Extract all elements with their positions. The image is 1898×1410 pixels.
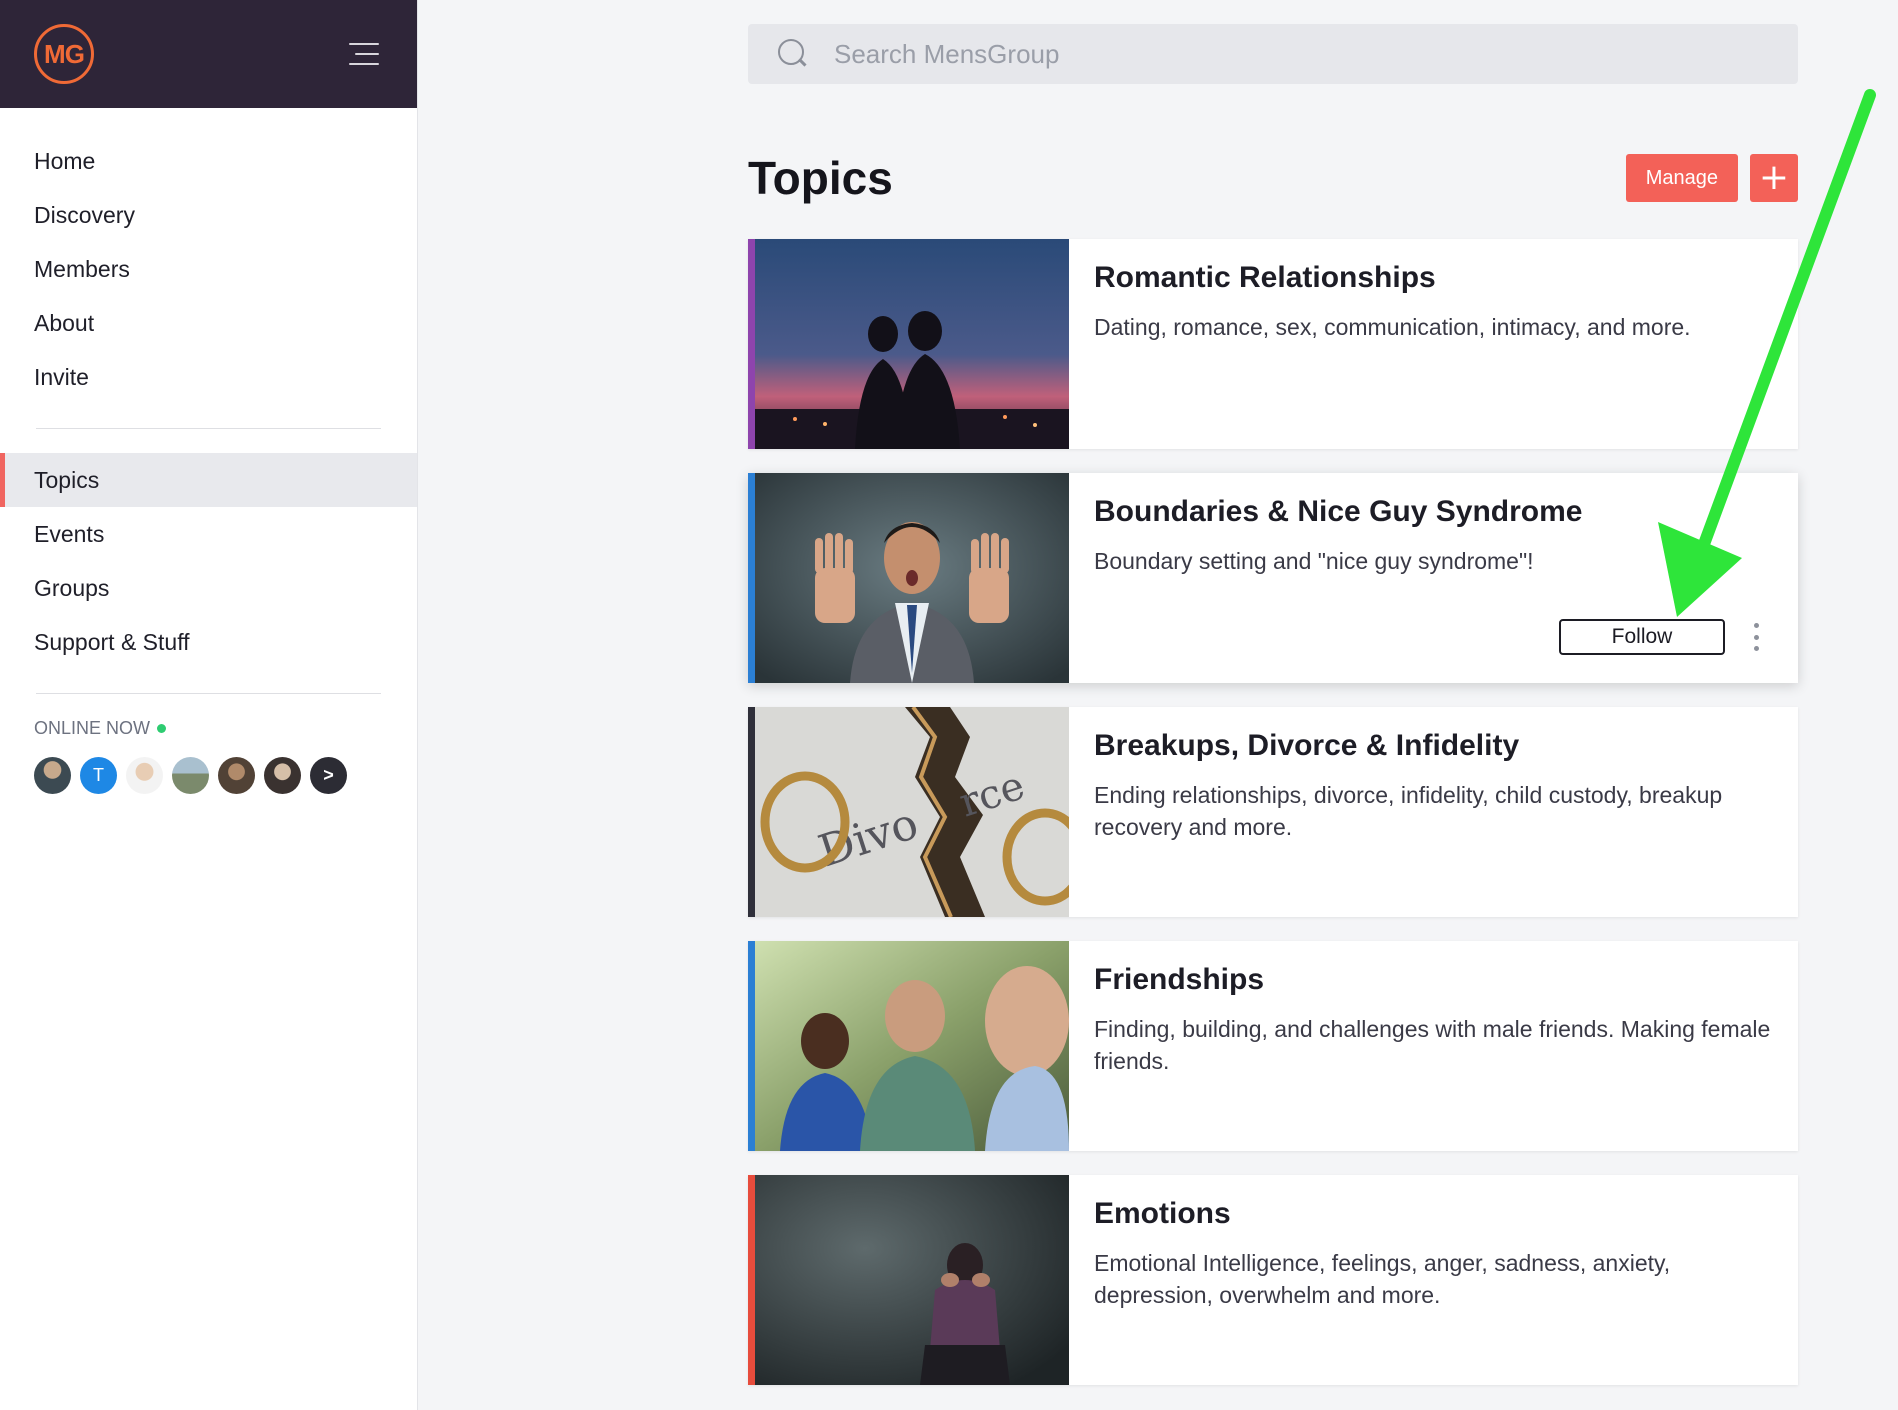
sidebar: MG Home Discovery Members About Invite T… [0, 0, 418, 1410]
topic-image [755, 941, 1069, 1151]
topic-list: Romantic Relationships Dating, romance, … [748, 239, 1798, 1385]
topic-image: Divo rce [755, 707, 1069, 917]
sidebar-header: MG [0, 0, 417, 108]
primary-nav: Home Discovery Members About Invite [0, 108, 417, 404]
sidebar-divider [36, 693, 381, 694]
topic-description: Emotional Intelligence, feelings, anger,… [1094, 1250, 1671, 1308]
topic-image [755, 239, 1069, 449]
manage-button[interactable]: Manage [1625, 154, 1738, 202]
card-body: Friendships Finding, building, and chall… [1069, 941, 1798, 1151]
card-accent [748, 941, 755, 1151]
card-accent [748, 239, 755, 449]
topic-title: Friendships [1094, 963, 1265, 996]
more-options-icon[interactable] [1752, 623, 1760, 651]
topic-description: Boundary setting and "nice guy syndrome"… [1094, 548, 1534, 574]
add-topic-button[interactable]: + [1750, 154, 1798, 202]
topic-description: Ending relationships, divorce, infidelit… [1094, 782, 1723, 840]
sidebar-divider [36, 428, 381, 429]
topic-title: Breakups, Divorce & Infidelity [1094, 729, 1520, 762]
card-body: Romantic Relationships Dating, romance, … [1069, 239, 1798, 449]
card-accent [748, 707, 755, 917]
logo[interactable]: MG [34, 24, 94, 84]
search-input[interactable] [834, 38, 1734, 70]
topic-card-emotions[interactable]: Emotions Emotional Intelligence, feeling… [748, 1175, 1798, 1385]
topic-card-friendships[interactable]: Friendships Finding, building, and chall… [748, 941, 1798, 1151]
topic-description: Finding, building, and challenges with m… [1094, 1016, 1771, 1074]
sidebar-item-topics[interactable]: Topics [0, 453, 417, 507]
card-body: Emotions Emotional Intelligence, feeling… [1069, 1175, 1798, 1385]
topics-header: Topics Manage + [748, 152, 1798, 204]
card-accent [748, 473, 755, 683]
avatar[interactable] [126, 757, 163, 794]
avatar[interactable]: T [80, 757, 117, 794]
page-title: Topics [748, 152, 893, 204]
topic-title: Romantic Relationships [1094, 261, 1436, 294]
online-status-dot [157, 724, 167, 733]
avatar[interactable]: > [310, 757, 347, 794]
hamburger-menu-icon[interactable] [349, 43, 379, 65]
sidebar-item-events[interactable]: Events [0, 507, 417, 561]
avatar[interactable] [172, 757, 209, 794]
search-bar[interactable] [748, 24, 1798, 84]
card-accent [748, 1175, 755, 1385]
sidebar-item-invite[interactable]: Invite [0, 350, 417, 404]
sidebar-item-about[interactable]: About [0, 296, 417, 350]
search-icon [778, 39, 808, 69]
topic-card-boundaries[interactable]: Boundaries & Nice Guy Syndrome Boundary … [748, 473, 1798, 683]
topic-card-romantic-relationships[interactable]: Romantic Relationships Dating, romance, … [748, 239, 1798, 449]
online-avatars: T > [0, 757, 417, 794]
sidebar-item-members[interactable]: Members [0, 242, 417, 296]
sidebar-item-support[interactable]: Support & Stuff [0, 615, 417, 669]
header-actions: Manage + [1625, 154, 1798, 202]
topic-image [755, 473, 1069, 683]
sidebar-item-discovery[interactable]: Discovery [0, 188, 417, 242]
avatar[interactable] [34, 757, 71, 794]
topic-title: Emotions [1094, 1197, 1231, 1230]
online-now-label: ONLINE NOW [0, 718, 417, 739]
topic-image [755, 1175, 1069, 1385]
avatar[interactable] [218, 757, 255, 794]
topic-description: Dating, romance, sex, communication, int… [1094, 314, 1691, 340]
main-content: Topics Manage + [748, 0, 1798, 1409]
topic-card-breakups[interactable]: Divo rce Breakups, Divorce & Infidelity … [748, 707, 1798, 917]
topic-title: Boundaries & Nice Guy Syndrome [1094, 495, 1583, 528]
sidebar-item-home[interactable]: Home [0, 134, 417, 188]
follow-button[interactable]: Follow [1559, 619, 1725, 655]
secondary-nav: Topics Events Groups Support & Stuff [0, 453, 417, 669]
avatar[interactable] [264, 757, 301, 794]
sidebar-item-groups[interactable]: Groups [0, 561, 417, 615]
card-body: Breakups, Divorce & Infidelity Ending re… [1069, 707, 1798, 917]
